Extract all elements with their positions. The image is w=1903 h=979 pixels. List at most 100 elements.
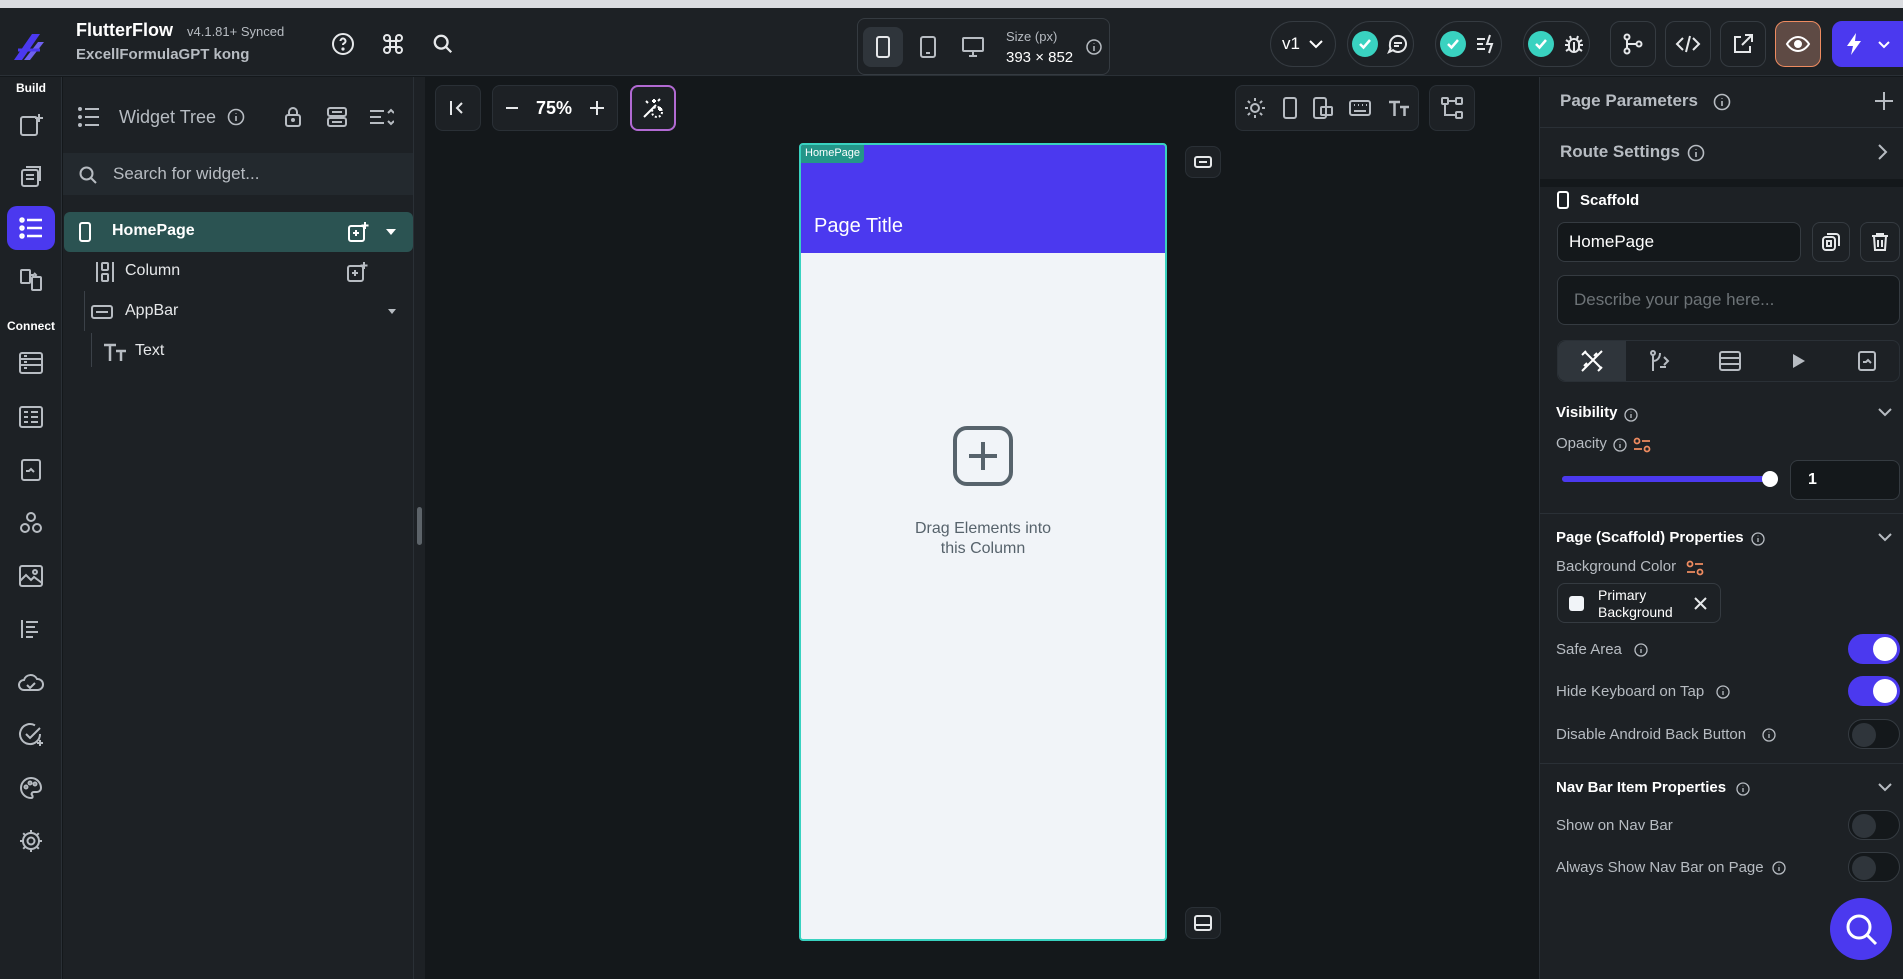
bottom-nav-toggle-button[interactable] <box>1185 907 1221 939</box>
info-icon[interactable] <box>1751 532 1765 546</box>
chevron-down-icon[interactable] <box>1877 407 1893 417</box>
tab-actions[interactable] <box>1627 341 1695 381</box>
caret-down-icon[interactable] <box>386 229 396 235</box>
page-name-input[interactable]: HomePage <box>1557 222 1801 262</box>
size-info-icon[interactable] <box>1086 39 1102 55</box>
show-nav-toggle[interactable] <box>1848 810 1900 840</box>
storyboard-nav-icon[interactable] <box>7 258 55 302</box>
zoom-out-icon[interactable] <box>505 101 519 115</box>
keyboard-icon[interactable] <box>1349 100 1372 116</box>
tree-row-text[interactable]: Text <box>63 332 413 372</box>
size-value[interactable]: 393 × 852 <box>1006 49 1073 66</box>
help-search-fab[interactable] <box>1830 898 1892 960</box>
view-code-button[interactable] <box>1665 21 1711 67</box>
duplicate-page-button[interactable] <box>1812 222 1850 262</box>
info-icon[interactable] <box>1772 861 1786 875</box>
opacity-input[interactable]: 1 <box>1790 460 1900 500</box>
info-icon[interactable] <box>1624 408 1638 422</box>
cloud-nav-icon[interactable] <box>7 660 55 704</box>
pages-nav-icon[interactable] <box>7 155 55 199</box>
run-button[interactable] <box>1832 21 1903 67</box>
help-icon[interactable] <box>329 30 357 58</box>
info-icon[interactable] <box>1634 643 1648 657</box>
add-box-icon[interactable] <box>801 425 1165 487</box>
disable-back-toggle[interactable] <box>1848 719 1900 749</box>
info-icon[interactable] <box>1736 782 1750 796</box>
phone-preview[interactable]: Page Title HomePage Drag Elements into t… <box>799 143 1167 941</box>
info-icon[interactable] <box>1687 144 1705 162</box>
variable-binding-icon[interactable] <box>1686 560 1704 576</box>
debug-status[interactable] <box>1523 21 1590 67</box>
action-status[interactable] <box>1435 21 1502 67</box>
custom-code-nav-icon[interactable] <box>7 501 55 545</box>
collapse-panel-button[interactable] <box>435 85 481 131</box>
delete-page-button[interactable] <box>1860 222 1900 262</box>
add-child-icon[interactable] <box>347 221 369 243</box>
widget-search-input[interactable]: Search for widget... <box>63 153 413 195</box>
info-icon[interactable] <box>1613 438 1627 452</box>
tab-properties[interactable] <box>1558 341 1626 381</box>
panel-resize-handle[interactable] <box>413 77 425 979</box>
always-show-nav-toggle[interactable] <box>1848 852 1900 882</box>
media-assets-nav-icon[interactable] <box>7 448 55 492</box>
chevron-down-icon[interactable] <box>1877 782 1893 792</box>
gear-icon[interactable] <box>7 819 55 863</box>
tablet-device-icon[interactable] <box>908 27 948 67</box>
route-settings-heading[interactable]: Route Settings <box>1560 142 1680 162</box>
sort-options-icon[interactable] <box>368 106 394 128</box>
visibility-heading[interactable]: Visibility <box>1556 404 1617 421</box>
command-palette-icon[interactable] <box>379 30 407 58</box>
image-assets-nav-icon[interactable] <box>7 554 55 598</box>
tree-row-appbar[interactable]: AppBar <box>63 292 413 332</box>
variable-binding-icon[interactable] <box>1633 437 1651 453</box>
add-child-icon[interactable] <box>346 261 368 283</box>
nav-bar-properties-heading[interactable]: Nav Bar Item Properties <box>1556 779 1726 796</box>
open-external-button[interactable] <box>1720 21 1766 67</box>
chevron-down-icon[interactable] <box>1877 532 1893 542</box>
opacity-slider-track[interactable] <box>1562 471 1778 487</box>
theme-nav-icon[interactable] <box>7 766 55 810</box>
device-rotate-icon[interactable] <box>1312 97 1333 119</box>
tab-backend-query[interactable] <box>1696 341 1764 381</box>
tests-nav-icon[interactable] <box>7 713 55 757</box>
column-drop-zone[interactable]: Drag Elements into this Column <box>801 425 1165 559</box>
tab-animations[interactable] <box>1765 341 1833 381</box>
page-description-input[interactable]: Describe your page here... <box>1557 275 1900 325</box>
close-icon[interactable] <box>1694 597 1707 610</box>
search-icon[interactable] <box>429 30 457 58</box>
add-parameter-icon[interactable] <box>1874 91 1894 111</box>
magic-tools-button[interactable] <box>630 85 676 131</box>
info-icon[interactable] <box>1716 685 1730 699</box>
mobile-device-icon[interactable] <box>863 27 903 67</box>
resize-grip[interactable] <box>417 507 422 545</box>
safe-area-toggle[interactable] <box>1848 634 1900 664</box>
hide-keyboard-toggle[interactable] <box>1848 676 1900 706</box>
project-name[interactable]: ExcellFormulaGPT kong <box>76 46 249 63</box>
tree-row-homepage[interactable]: HomePage <box>64 212 413 252</box>
lock-icon[interactable] <box>283 106 303 128</box>
text-scale-icon[interactable] <box>1388 99 1410 117</box>
info-icon[interactable] <box>1713 93 1731 111</box>
info-icon[interactable] <box>227 108 245 126</box>
zoom-value[interactable]: 75% <box>536 98 572 119</box>
scaffold-properties-heading[interactable]: Page (Scaffold) Properties <box>1556 529 1744 546</box>
flow-layout-button[interactable] <box>1429 85 1475 131</box>
api-nav-icon[interactable] <box>7 395 55 439</box>
caret-down-icon[interactable] <box>388 309 396 314</box>
firestore-nav-icon[interactable] <box>7 341 55 385</box>
background-color-picker[interactable]: Primary Background <box>1557 583 1721 623</box>
page-parameters-heading[interactable]: Page Parameters <box>1560 91 1698 111</box>
collapse-all-icon[interactable] <box>326 106 348 128</box>
phone-frame-icon[interactable] <box>1282 97 1297 119</box>
zoom-in-icon[interactable] <box>589 100 605 116</box>
collaboration-status[interactable] <box>1347 21 1414 67</box>
branch-button[interactable] <box>1610 21 1656 67</box>
widget-tree-nav-icon[interactable] <box>7 206 55 250</box>
settings-list-nav-icon[interactable] <box>7 607 55 651</box>
appbar-toggle-button[interactable] <box>1185 146 1221 178</box>
version-dropdown[interactable]: v1 <box>1270 21 1336 67</box>
opacity-slider-thumb[interactable] <box>1762 471 1778 487</box>
tree-row-column[interactable]: Column <box>63 252 413 292</box>
desktop-device-icon[interactable] <box>953 27 993 67</box>
info-icon[interactable] <box>1762 728 1776 742</box>
